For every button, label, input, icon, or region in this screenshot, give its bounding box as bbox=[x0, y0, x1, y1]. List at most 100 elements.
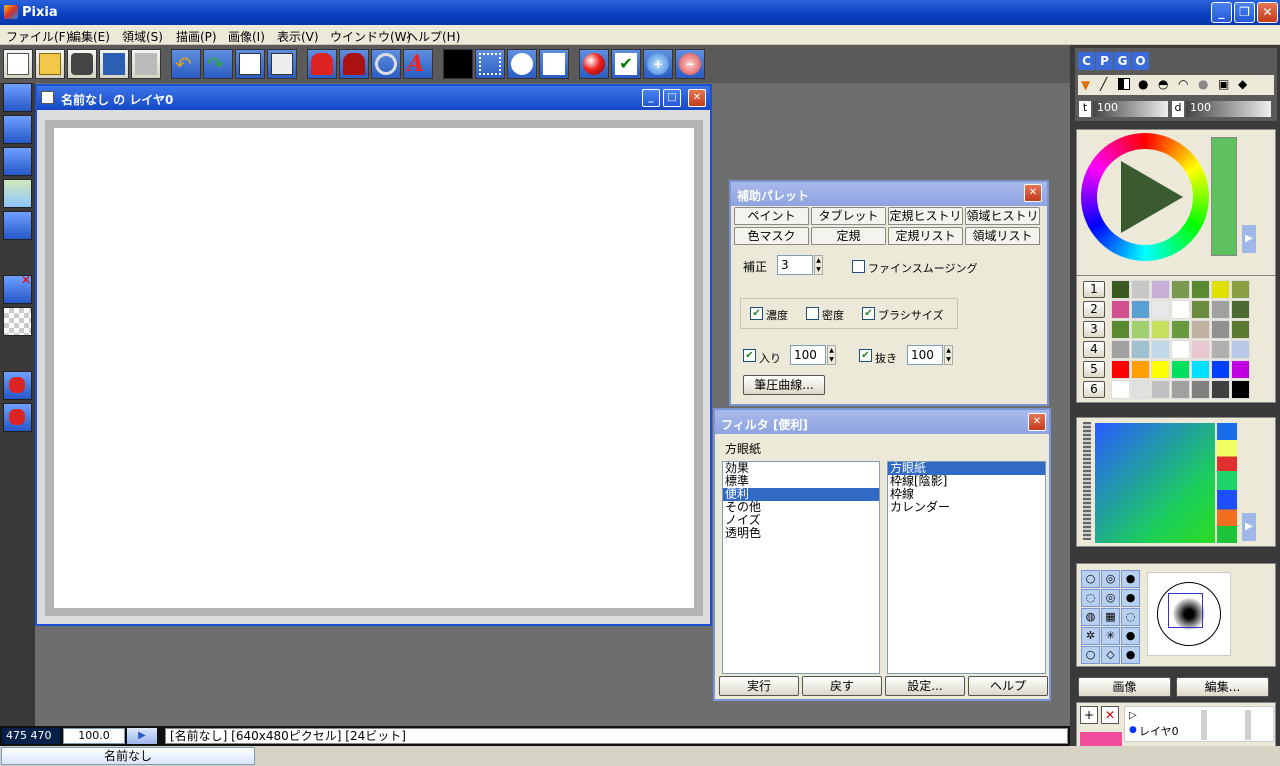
palette-swatch[interactable] bbox=[1111, 360, 1130, 379]
assist-palette-close-button[interactable]: ✕ bbox=[1024, 184, 1042, 202]
pen2-tool[interactable] bbox=[3, 115, 32, 144]
palette-swatch[interactable] bbox=[1191, 320, 1210, 339]
brush-shape-option[interactable]: ● bbox=[1121, 570, 1140, 588]
brush-shape-option[interactable]: ◎ bbox=[1101, 589, 1120, 607]
palette-swatch[interactable] bbox=[1171, 320, 1190, 339]
image-button[interactable]: 画像 bbox=[1078, 677, 1171, 697]
redo-button[interactable]: ↷ bbox=[203, 49, 233, 79]
gradient-field[interactable] bbox=[1095, 423, 1215, 543]
palette-swatch[interactable] bbox=[1191, 280, 1210, 299]
correction-spinner[interactable]: ▲ ▼ bbox=[814, 255, 823, 275]
pressure-curve-button[interactable]: 筆圧曲線... bbox=[743, 375, 825, 395]
color-button[interactable] bbox=[443, 49, 473, 79]
menu-view[interactable]: 表示(V) bbox=[277, 28, 319, 45]
palette-page-3[interactable]: 3 bbox=[1083, 321, 1105, 338]
brush-type-bar[interactable]: ▼ ╱ ● ◓ ◠ ● ▣ ◆ bbox=[1078, 75, 1274, 95]
palette-swatch[interactable] bbox=[1111, 340, 1130, 359]
mode-tab-p[interactable]: P bbox=[1096, 52, 1113, 70]
gradient-slider[interactable] bbox=[1083, 422, 1091, 540]
print-button[interactable] bbox=[131, 49, 161, 79]
palette-swatch[interactable] bbox=[1211, 340, 1230, 359]
pen-tool[interactable] bbox=[3, 83, 32, 112]
correction-input[interactable]: 3 bbox=[777, 255, 813, 275]
palette-swatch[interactable] bbox=[1211, 280, 1230, 299]
fine-smoothing-checkbox[interactable] bbox=[852, 260, 865, 273]
brush-shape-option[interactable]: ◍ bbox=[1081, 608, 1100, 626]
opacity-checkbox[interactable] bbox=[806, 307, 819, 320]
tab-region-history[interactable]: 領域ヒストリ bbox=[965, 207, 1040, 225]
layer-row[interactable]: ▷ ● レイヤ0 bbox=[1124, 706, 1274, 742]
palette-swatch[interactable] bbox=[1131, 320, 1150, 339]
brush-shape-option[interactable]: ◌ bbox=[1121, 608, 1140, 626]
palette-swatch[interactable] bbox=[1171, 380, 1190, 399]
add-layer-button[interactable]: + bbox=[1080, 706, 1098, 724]
close-button[interactable]: ✕ bbox=[1257, 2, 1278, 23]
brush-shape-option[interactable]: ○ bbox=[1081, 570, 1100, 588]
palette-swatch[interactable] bbox=[1231, 320, 1250, 339]
delete-layer-button[interactable]: ✕ bbox=[1101, 706, 1119, 724]
brush-shape-option[interactable]: ✲ bbox=[1081, 627, 1100, 645]
gradient-presets[interactable] bbox=[1217, 423, 1237, 543]
copy-button[interactable] bbox=[235, 49, 265, 79]
d-slider[interactable]: 100 bbox=[1186, 101, 1271, 117]
zoom-in-button[interactable]: + bbox=[643, 49, 673, 79]
checklist-button[interactable]: ✔ bbox=[611, 49, 641, 79]
page-button[interactable] bbox=[539, 49, 569, 79]
tab-paint[interactable]: ペイント bbox=[734, 207, 809, 225]
palette-swatch[interactable] bbox=[1151, 300, 1170, 319]
select-button[interactable] bbox=[475, 49, 505, 79]
out-checkbox[interactable]: ✔ bbox=[859, 349, 872, 362]
palette-swatch[interactable] bbox=[1191, 340, 1210, 359]
transparency-tool[interactable] bbox=[3, 307, 32, 336]
filter-item-list[interactable]: 方眼紙 枠線[陰影] 枠線 カレンダー bbox=[887, 461, 1046, 674]
gradient-tool[interactable] bbox=[3, 179, 32, 208]
in-spinner[interactable]: ▲ ▼ bbox=[827, 345, 836, 365]
menu-image[interactable]: 画像(I) bbox=[228, 28, 265, 45]
tab-ruler-list[interactable]: 定規リスト bbox=[888, 227, 963, 245]
paste-button[interactable] bbox=[267, 49, 297, 79]
delete-layer-tool[interactable]: ✕ bbox=[3, 273, 32, 304]
palette-swatch[interactable] bbox=[1151, 340, 1170, 359]
filter-close-button[interactable]: ✕ bbox=[1028, 413, 1046, 431]
color-triangle[interactable] bbox=[1121, 161, 1183, 233]
mode-tab-c[interactable]: C bbox=[1078, 52, 1095, 70]
brush-shape-option[interactable]: ● bbox=[1121, 589, 1140, 607]
brush-shape-option[interactable]: ◇ bbox=[1101, 646, 1120, 664]
in-checkbox[interactable]: ✔ bbox=[743, 349, 756, 362]
menu-edit[interactable]: 編集(E) bbox=[69, 28, 110, 45]
undo-button[interactable]: ↶ bbox=[171, 49, 201, 79]
palette-swatch[interactable] bbox=[1231, 380, 1250, 399]
palette-swatch[interactable] bbox=[1131, 280, 1150, 299]
palette-swatch[interactable] bbox=[1171, 300, 1190, 319]
category-item[interactable]: 透明色 bbox=[723, 527, 879, 540]
palette-swatch[interactable] bbox=[1131, 380, 1150, 399]
sphere-button[interactable] bbox=[579, 49, 609, 79]
tab-ruler[interactable]: 定規 bbox=[811, 227, 886, 245]
layer-tool[interactable] bbox=[3, 211, 32, 240]
palette-swatch[interactable] bbox=[1151, 280, 1170, 299]
palette-swatch[interactable] bbox=[1191, 300, 1210, 319]
palette-page-2[interactable]: 2 bbox=[1083, 301, 1105, 318]
palette-swatch[interactable] bbox=[1211, 360, 1230, 379]
in-input[interactable]: 100 bbox=[790, 345, 826, 365]
palette-swatch[interactable] bbox=[1231, 280, 1250, 299]
palette-swatch[interactable] bbox=[1111, 380, 1130, 399]
palette-swatch[interactable] bbox=[1111, 300, 1130, 319]
doc-maximize-button[interactable]: □ bbox=[663, 89, 681, 107]
zoom-apply-button[interactable]: ▶ bbox=[127, 728, 157, 744]
palette-page-6[interactable]: 6 bbox=[1083, 381, 1105, 398]
gradient-expand-button[interactable]: ▶ bbox=[1242, 513, 1256, 541]
palette-swatch[interactable] bbox=[1131, 340, 1150, 359]
undo-filter-button[interactable]: 戻す bbox=[802, 676, 882, 696]
zoom-input[interactable]: 100.0 bbox=[63, 728, 125, 744]
filter-button[interactable] bbox=[507, 49, 537, 79]
capture-button[interactable] bbox=[67, 49, 97, 79]
t-slider[interactable]: 100 bbox=[1093, 101, 1168, 117]
menu-file[interactable]: ファイル(F) bbox=[6, 28, 70, 45]
fill-tool[interactable] bbox=[3, 371, 32, 400]
palette-swatch[interactable] bbox=[1151, 320, 1170, 339]
palette-swatch[interactable] bbox=[1111, 320, 1130, 339]
menu-help[interactable]: ヘルプ(H) bbox=[406, 28, 460, 45]
filter-category-list[interactable]: 効果 標準 便利 その他 ノイズ 透明色 bbox=[722, 461, 880, 674]
out-input[interactable]: 100 bbox=[907, 345, 943, 365]
